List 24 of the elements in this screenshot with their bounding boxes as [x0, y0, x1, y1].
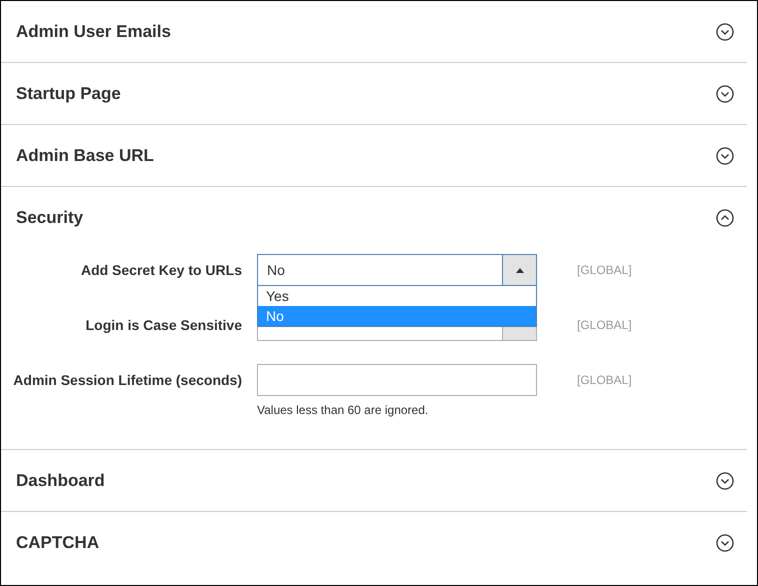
- section-header[interactable]: Security: [1, 187, 747, 248]
- section-header[interactable]: Dashboard: [1, 450, 747, 511]
- scope-label: [GLOBAL]: [577, 317, 632, 334]
- section-header[interactable]: Startup Page: [1, 63, 747, 124]
- expand-icon: [716, 472, 734, 490]
- section-header[interactable]: CAPTCHA: [1, 512, 747, 573]
- scope-label: [GLOBAL]: [577, 262, 632, 279]
- select-value: No: [267, 262, 285, 278]
- expand-icon: [716, 146, 734, 164]
- field-label: Add Secret Key to URLs: [80, 261, 242, 280]
- arrow-up-icon: [516, 268, 524, 272]
- field-label: Admin Session Lifetime (seconds): [12, 371, 242, 390]
- dropdown-option[interactable]: Yes: [258, 286, 536, 306]
- scope-label: [GLOBAL]: [577, 372, 632, 389]
- field-label: Login is Case Sensitive: [84, 316, 242, 335]
- section-header[interactable]: Admin User Emails: [1, 1, 747, 62]
- expand-icon: [716, 22, 734, 40]
- section-header[interactable]: Admin Base URL: [1, 125, 747, 186]
- select-field[interactable]: No: [257, 254, 537, 286]
- field-note: Values less than 60 are ignored.: [257, 402, 430, 419]
- expand-icon: [716, 84, 734, 102]
- input-field[interactable]: [257, 364, 537, 396]
- collapse-icon: [716, 208, 734, 226]
- expand-icon: [716, 534, 734, 552]
